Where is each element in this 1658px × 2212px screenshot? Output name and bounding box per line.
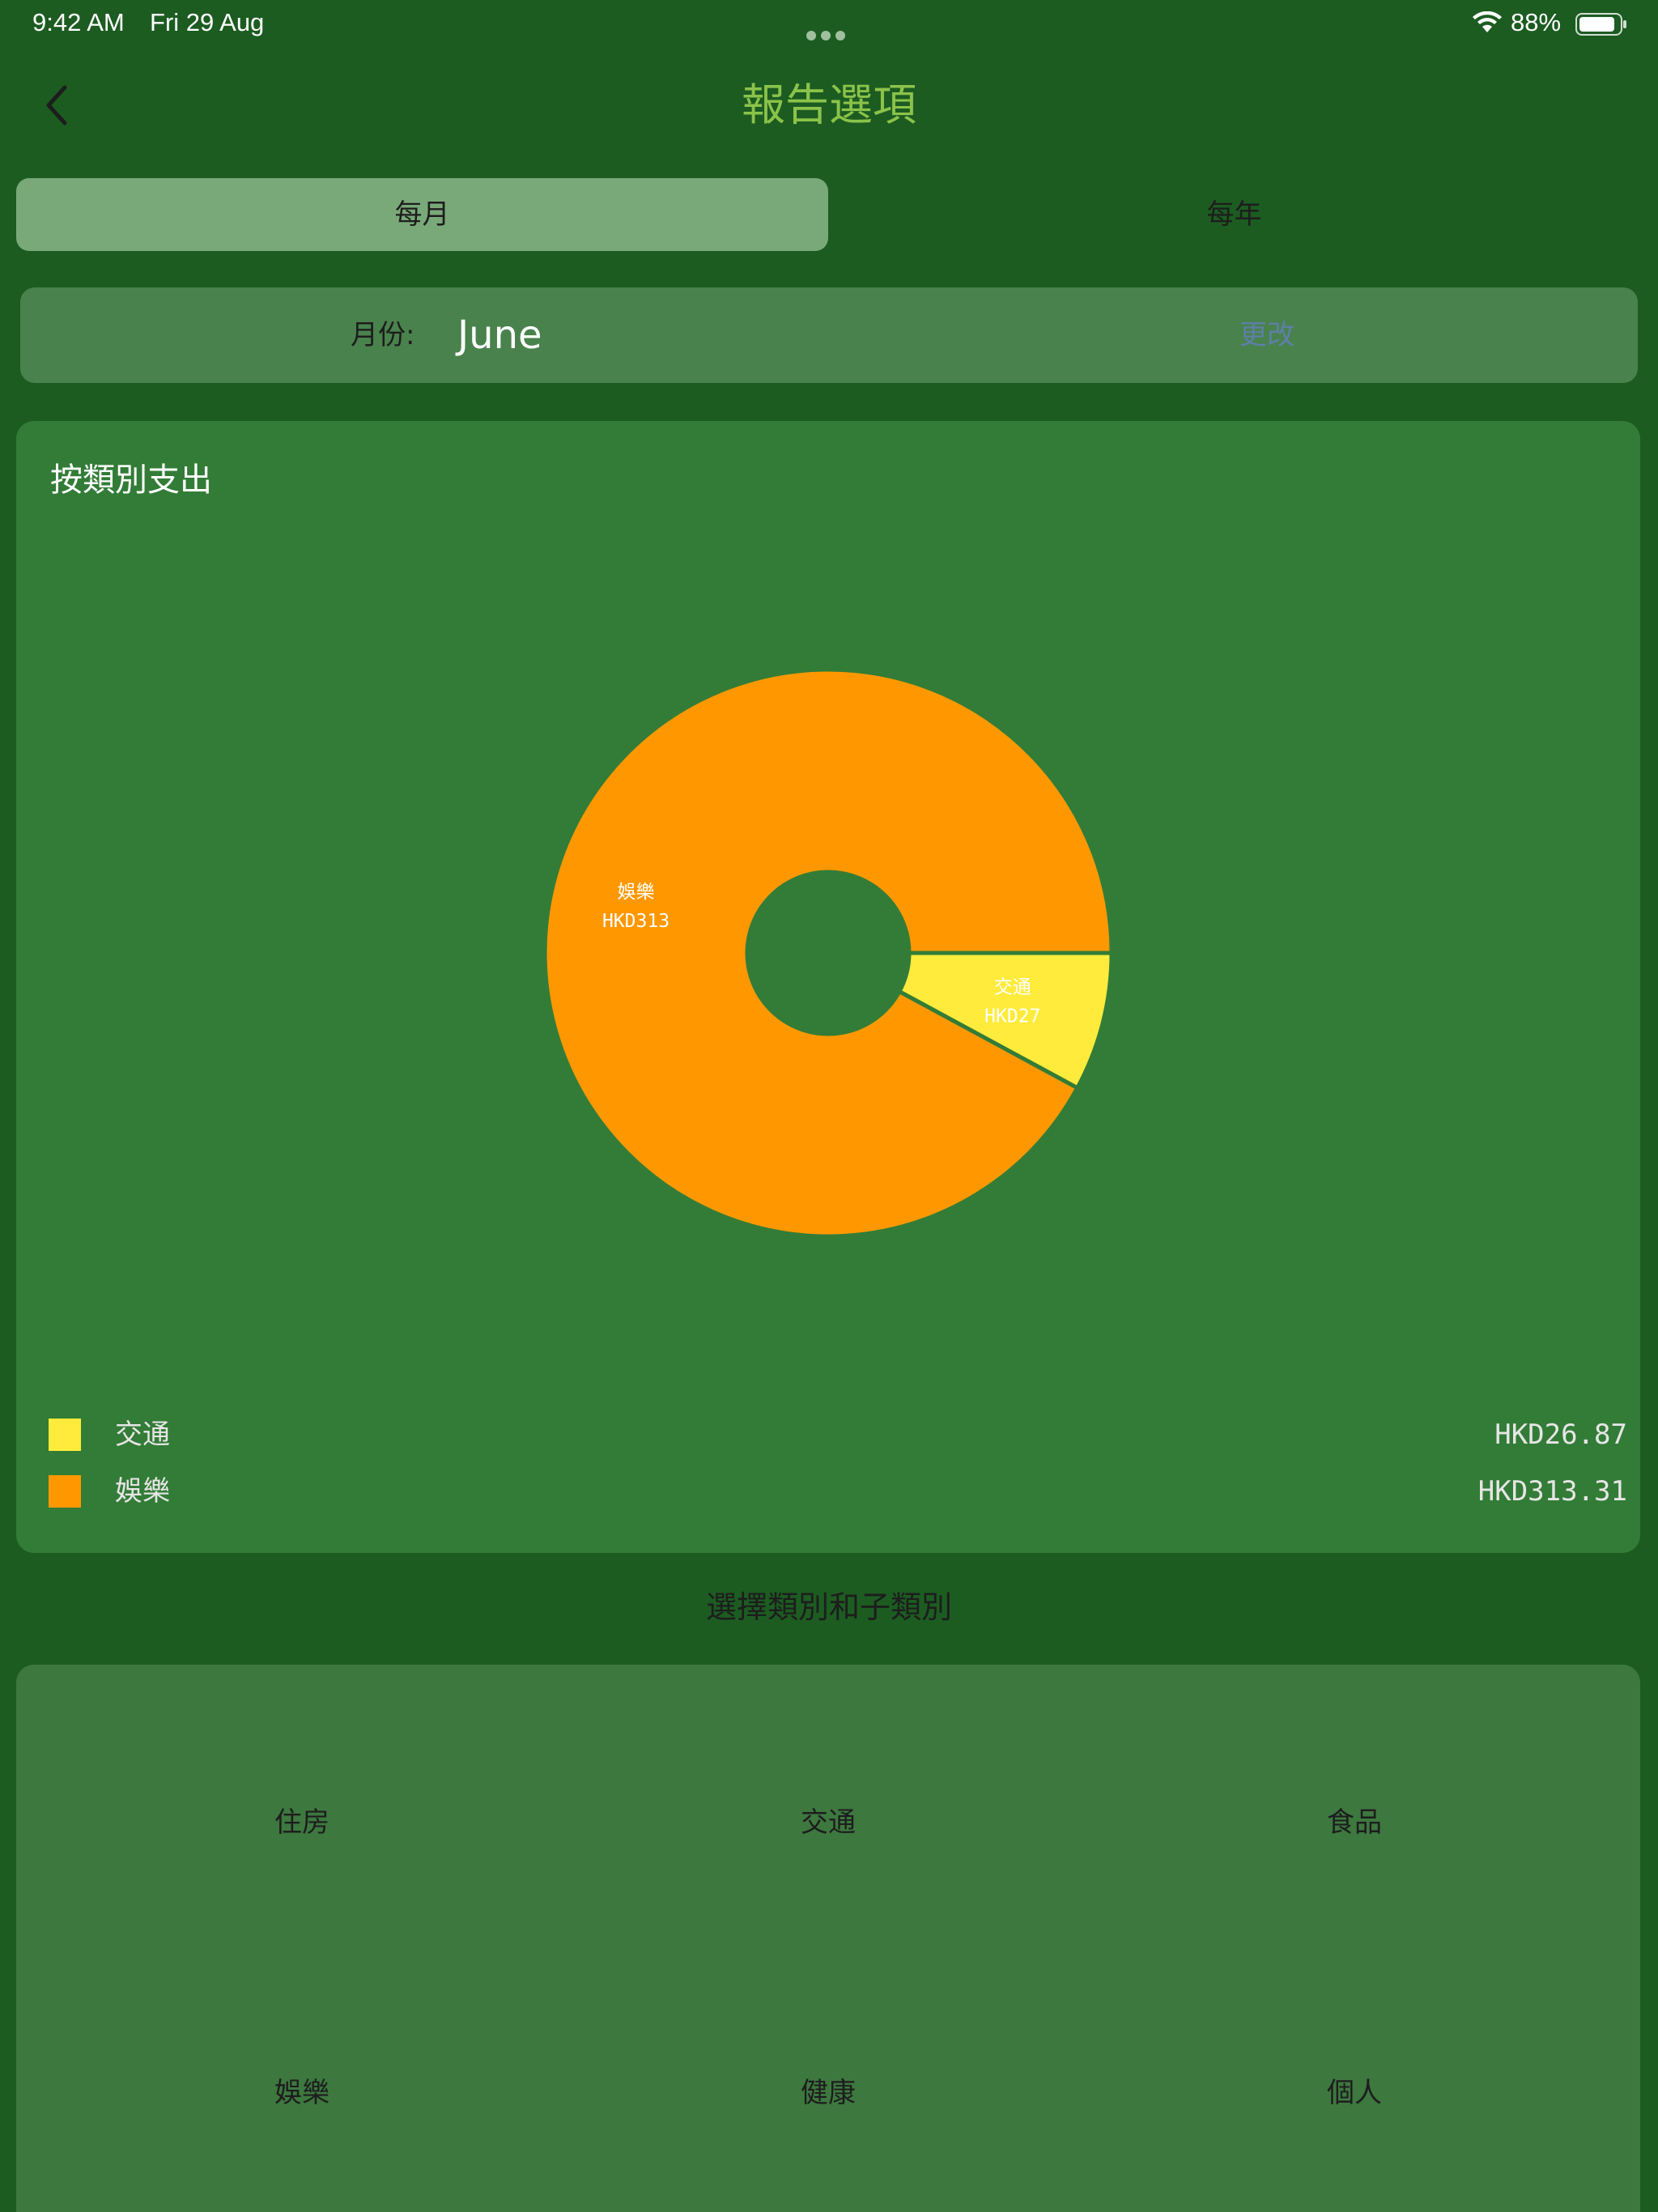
status-bar: 9:42 AM Fri 29 Aug 88% — [0, 0, 1658, 49]
category-health[interactable]: 健康 — [707, 2061, 950, 2125]
pie-slice-label: 娛樂 — [618, 882, 655, 903]
legend-label: 交通 — [115, 1419, 170, 1451]
category-grid: 住房 交通 食品 娛樂 健康 個人 — [16, 1665, 1640, 2212]
month-label: 月份: — [351, 319, 415, 351]
spending-by-category-card: 按類別支出 交通 HKD27 娛樂 HKD313 交通 HKD26.87 娛樂 HKD… — [16, 421, 1640, 1553]
category-transport[interactable]: 交通 — [707, 1790, 950, 1855]
pie-slice[interactable] — [542, 667, 1114, 1239]
category-personal[interactable]: 個人 — [1233, 2061, 1476, 2125]
pie-slice-label: 交通 — [994, 977, 1031, 998]
legend-label: 娛樂 — [115, 1475, 170, 1508]
page-title: 報告選項 — [742, 79, 916, 130]
legend-value: HKD313.31 — [1477, 1475, 1627, 1508]
status-time: 9:42 AM — [32, 8, 125, 36]
report-options-screen: 9:42 AM Fri 29 Aug 88% 報告選項 每月 每年 月份: Ju… — [0, 0, 1658, 2212]
wifi-icon — [1473, 11, 1502, 32]
change-month-button[interactable]: 更改 — [1226, 287, 1307, 383]
category-entertainment[interactable]: 娛樂 — [181, 2061, 423, 2125]
battery-percent: 88% — [1511, 8, 1562, 36]
legend-value: HKD26.87 — [1494, 1419, 1627, 1451]
segment-monthly[interactable]: 每月 — [16, 178, 828, 251]
segment-yearly[interactable]: 每年 — [828, 178, 1640, 251]
legend-item-transport: 交通 HKD26.87 — [49, 1410, 1627, 1459]
month-value: June — [457, 313, 542, 358]
period-segmented-control: 每月 每年 — [16, 178, 1640, 251]
category-food[interactable]: 食品 — [1233, 1790, 1476, 1855]
battery-icon — [1575, 13, 1626, 36]
select-category-heading: 選擇類別和子類別 — [705, 1589, 952, 1625]
multitasking-dots-icon[interactable] — [806, 18, 852, 40]
legend-swatch-transport — [49, 1419, 81, 1451]
pie-slice-label: HKD313 — [602, 911, 670, 932]
legend-item-entertainment: 娛樂 HKD313.31 — [49, 1467, 1627, 1516]
status-date: Fri 29 Aug — [150, 8, 265, 36]
month-selector: 月份: June 更改 — [20, 287, 1638, 383]
category-housing[interactable]: 住房 — [181, 1790, 423, 1855]
legend-swatch-entertainment — [49, 1475, 81, 1508]
pie-slice-label: HKD27 — [984, 1006, 1040, 1027]
donut-chart: 交通 HKD27 娛樂 HKD313 — [542, 667, 1114, 1239]
